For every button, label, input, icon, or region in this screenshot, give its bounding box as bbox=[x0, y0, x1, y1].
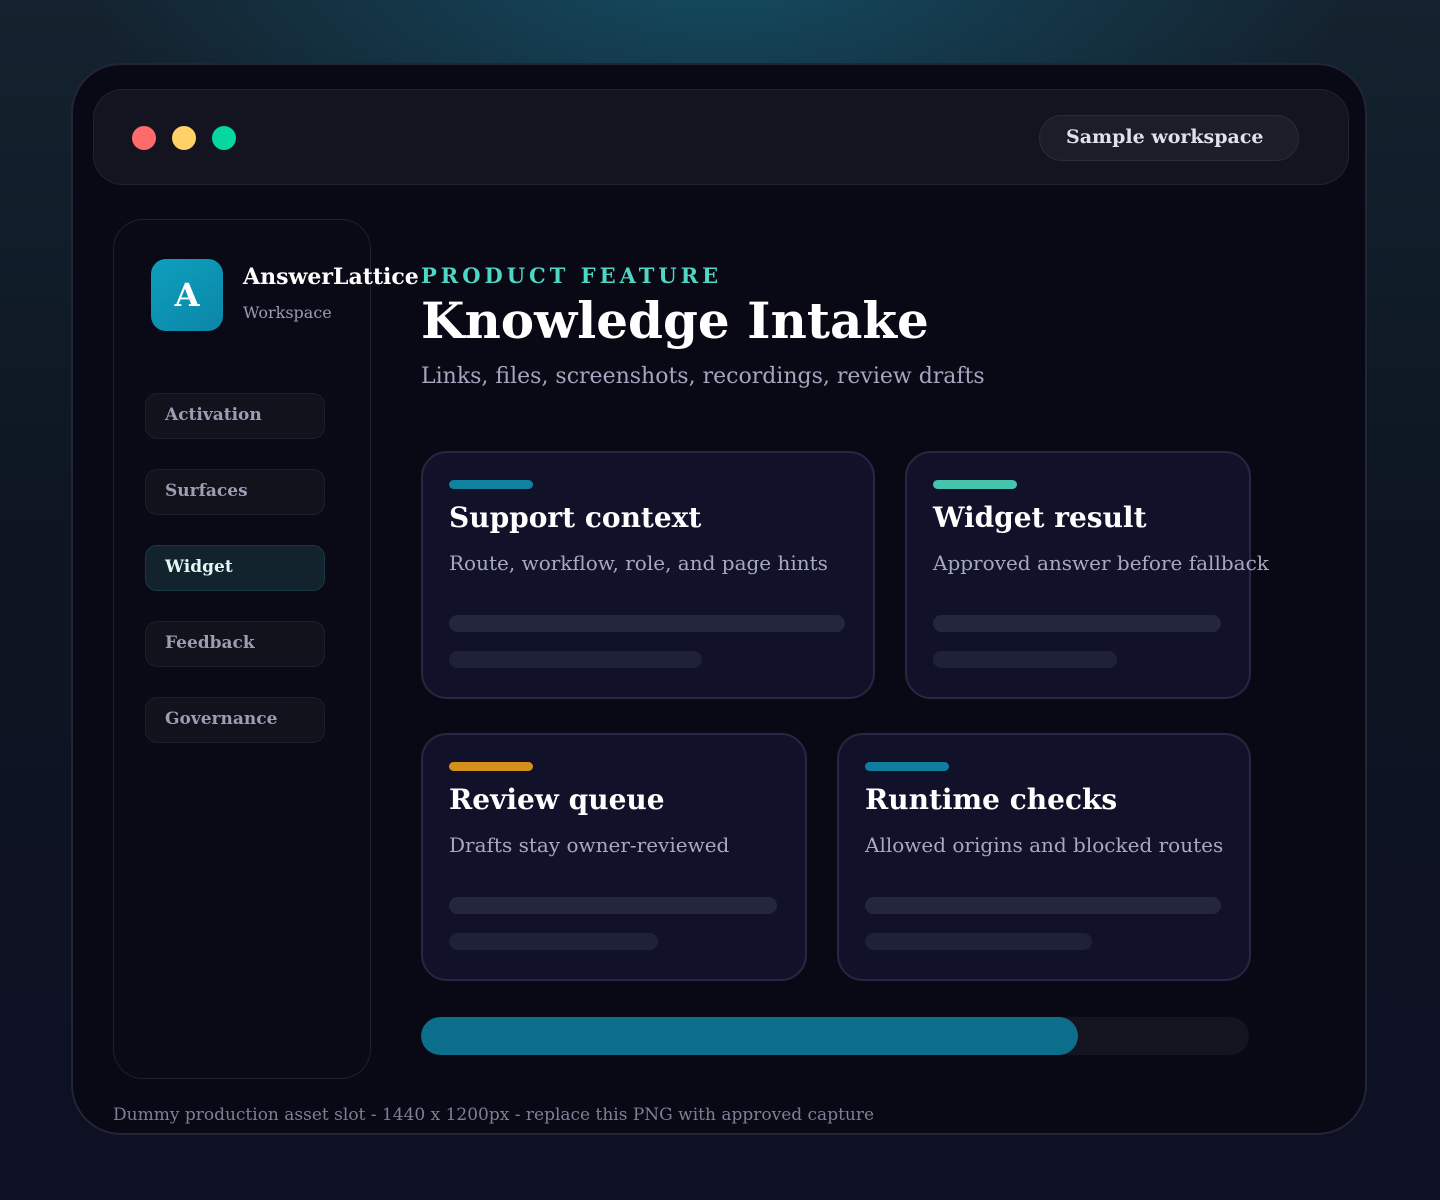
section-eyebrow: PRODUCT FEATURE bbox=[421, 263, 723, 288]
sidebar-item-surfaces[interactable]: Surfaces bbox=[145, 469, 325, 515]
feature-card-widget-result[interactable]: Widget result Approved answer before fal… bbox=[905, 451, 1269, 699]
feature-card-runtime-checks[interactable]: Runtime checks Allowed origins and block… bbox=[837, 733, 1251, 981]
sidebar-item-widget[interactable]: Widget bbox=[145, 545, 325, 591]
progress-bar-fill bbox=[421, 1017, 1078, 1055]
card-accent-bar bbox=[449, 480, 533, 489]
brand-name: AnswerLattice bbox=[243, 264, 419, 290]
minimize-window-button[interactable] bbox=[172, 126, 196, 150]
card-placeholder-line bbox=[449, 651, 702, 668]
footer-note: Dummy production asset slot - 1440 x 120… bbox=[113, 1105, 875, 1125]
card-description: Drafts stay owner-reviewed bbox=[449, 833, 730, 857]
card-accent-bar bbox=[933, 480, 1017, 489]
window-titlebar: Sample workspace bbox=[93, 89, 1349, 185]
card-title: Runtime checks bbox=[865, 783, 1118, 816]
card-placeholder-line bbox=[449, 897, 777, 914]
card-accent-bar bbox=[449, 762, 533, 771]
sidebar: A AnswerLattice Workspace Activation Sur… bbox=[113, 219, 419, 1079]
card-placeholder-line bbox=[449, 933, 658, 950]
card-title: Support context bbox=[449, 501, 702, 534]
card-placeholder-line bbox=[933, 651, 1117, 668]
card-description: Route, workflow, role, and page hints bbox=[449, 551, 828, 575]
feature-card-support-context[interactable]: Support context Route, workflow, role, a… bbox=[421, 451, 875, 699]
page-subtitle: Links, files, screenshots, recordings, r… bbox=[421, 364, 985, 389]
app-window: Sample workspace A AnswerLattice Workspa… bbox=[71, 63, 1367, 1135]
brand-subtitle: Workspace bbox=[243, 303, 332, 322]
card-title: Review queue bbox=[449, 783, 665, 816]
sidebar-item-feedback[interactable]: Feedback bbox=[145, 621, 325, 667]
progress-bar bbox=[421, 1017, 1249, 1055]
app-logo-icon: A bbox=[151, 259, 223, 331]
card-placeholder-line bbox=[449, 615, 845, 632]
card-accent-bar bbox=[865, 762, 949, 771]
workspace-selector[interactable]: Sample workspace bbox=[1039, 115, 1299, 161]
sidebar-item-governance[interactable]: Governance bbox=[145, 697, 325, 743]
card-description: Allowed origins and blocked routes bbox=[865, 833, 1224, 857]
page-title: Knowledge Intake bbox=[421, 291, 929, 350]
card-description: Approved answer before fallback bbox=[933, 551, 1269, 575]
card-title: Widget result bbox=[933, 501, 1147, 534]
card-placeholder-line bbox=[933, 615, 1221, 632]
maximize-window-button[interactable] bbox=[212, 126, 236, 150]
sidebar-item-activation[interactable]: Activation bbox=[145, 393, 325, 439]
close-window-button[interactable] bbox=[132, 126, 156, 150]
feature-card-review-queue[interactable]: Review queue Drafts stay owner-reviewed bbox=[421, 733, 807, 981]
card-placeholder-line bbox=[865, 933, 1092, 950]
card-placeholder-line bbox=[865, 897, 1221, 914]
